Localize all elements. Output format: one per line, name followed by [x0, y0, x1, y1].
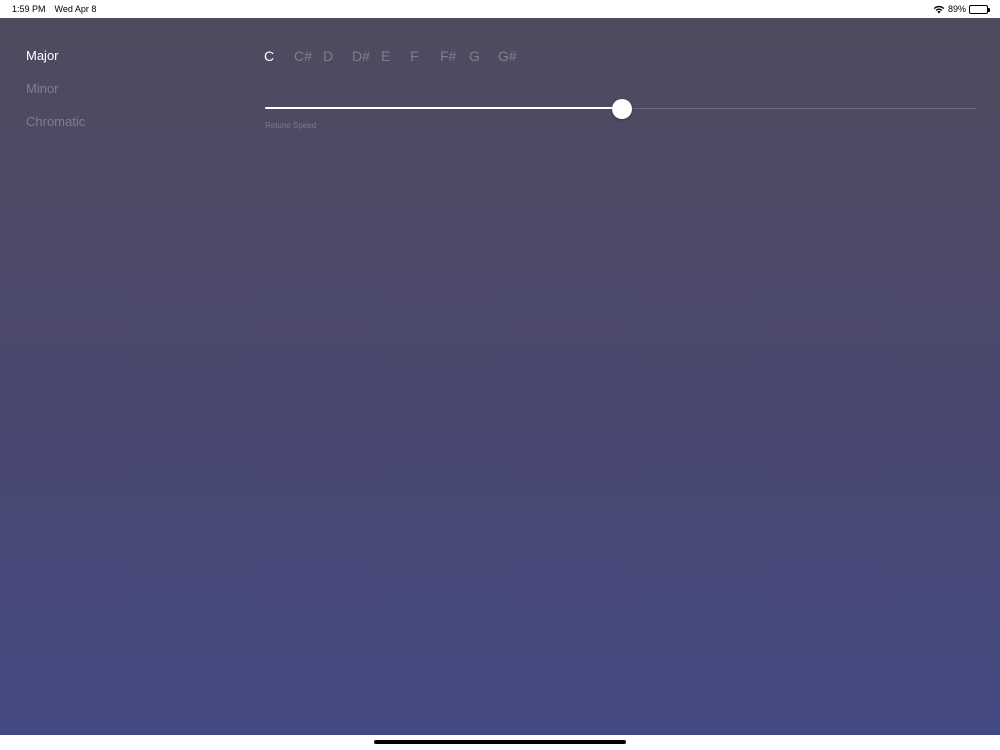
home-indicator[interactable] [374, 740, 626, 744]
note-c-sharp[interactable]: C# [294, 48, 312, 64]
scale-list: Major Minor Chromatic [26, 44, 85, 143]
note-g-sharp[interactable]: G# [498, 48, 517, 64]
note-d[interactable]: D [323, 48, 333, 64]
status-left: 1:59 PM Wed Apr 8 [12, 4, 96, 14]
retune-speed-label: Retune Speed [265, 121, 317, 130]
status-right: 89% [933, 4, 990, 14]
scale-item-major[interactable]: Major [26, 44, 85, 77]
slider-thumb[interactable] [611, 99, 632, 119]
battery-icon [969, 4, 990, 14]
note-d-sharp[interactable]: D# [352, 48, 370, 64]
retune-speed-slider[interactable] [265, 98, 976, 120]
battery-percent: 89% [947, 4, 966, 14]
note-f-sharp[interactable]: F# [440, 48, 456, 64]
home-area [0, 735, 1000, 750]
note-c[interactable]: C [264, 48, 274, 64]
wifi-icon [933, 5, 945, 13]
slider-track-fill [265, 107, 622, 109]
note-f[interactable]: F [410, 48, 419, 64]
scale-item-chromatic[interactable]: Chromatic [26, 110, 85, 143]
app-main: Major Minor Chromatic C C# D D# E F F# G G# Retune… [0, 18, 1000, 735]
status-time: 1:59 PM [12, 4, 46, 14]
scale-item-minor[interactable]: Minor [26, 77, 85, 110]
note-g[interactable]: G [469, 48, 480, 64]
note-e[interactable]: E [381, 48, 390, 64]
status-date: Wed Apr 8 [54, 4, 97, 14]
status-bar: 1:59 PM Wed Apr 8 89% [0, 0, 1000, 18]
